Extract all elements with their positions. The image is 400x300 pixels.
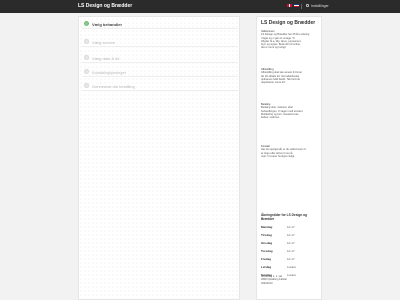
- info-line: respekterer vores tid.: [261, 81, 286, 85]
- info-line: mail. Vi svarer hurtigst muligt.: [261, 154, 295, 158]
- info-block-payment: Betaling Betaling sker i salonen efter b…: [261, 103, 321, 122]
- step-contact-info[interactable]: Kontaktoplysninger: [82, 67, 238, 77]
- lock-icon[interactable]: [306, 4, 309, 7]
- phone-number: 40404010: [261, 281, 273, 285]
- info-sidebar: LS Design og Brædder Velkommen LS Design…: [256, 16, 322, 300]
- step-status-icon: [84, 39, 89, 44]
- step-choose-provider[interactable]: Vælg behandler: [82, 19, 238, 29]
- day-label: Onsdag: [261, 241, 273, 245]
- step-label: Gennemse din bestilling: [92, 83, 135, 89]
- info-line: det er nemt og hurtigt.: [261, 46, 287, 50]
- day-label: Mandag: [261, 225, 273, 229]
- opening-hours-title: Åbningstider for LS Design og Brædder: [261, 213, 308, 221]
- top-bar: LS Design og Brædder Indstillinger: [0, 0, 400, 13]
- step-status-icon: [84, 69, 89, 74]
- info-block-contact: Kontakt Har du spørgsmål, er du velkomme…: [261, 145, 321, 161]
- hours-row: Torsdag 10-17: [261, 249, 319, 257]
- time-value: 10-17: [287, 257, 295, 261]
- time-value: 10-17: [287, 225, 295, 229]
- time-value: 10-17: [287, 233, 295, 237]
- hours-row: Tirsdag 10-17: [261, 233, 319, 241]
- booking-steps-panel: Vælg behandler Vælg service Vælg dato & …: [78, 16, 240, 300]
- step-choose-date-time[interactable]: Vælg dato & tid: [82, 53, 238, 63]
- time-value: Lukket: [287, 265, 296, 269]
- hours-row: Mandag 10-17: [261, 225, 319, 233]
- info-block-welcome: Velkommen LS Design og Brædder har 25 år…: [261, 30, 321, 52]
- opening-hours-table: Mandag 10-17 Tirsdag 10-17 Onsdag 10-17 Tor…: [261, 225, 319, 281]
- brand-title[interactable]: LS Design og Brædder: [78, 3, 132, 9]
- sidebar-title: LS Design og Brædder: [261, 20, 316, 26]
- step-label: Vælg dato & tid: [92, 55, 120, 61]
- day-label: Torsdag: [261, 249, 273, 253]
- time-value: 10-17: [287, 241, 295, 245]
- step-status-icon: [84, 83, 89, 88]
- day-label: Tirsdag: [261, 233, 272, 237]
- step-status-icon: [84, 55, 89, 60]
- step-choose-service[interactable]: Vælg service: [82, 37, 238, 47]
- day-label: Fredag: [261, 257, 272, 261]
- hours-row: Onsdag 10-17: [261, 241, 319, 249]
- step-label: Vælg behandler: [92, 21, 123, 27]
- info-block-cancellation: Afbestilling Afbestilling skal ske senes…: [261, 68, 321, 87]
- step-review-booking[interactable]: Gennemse din bestilling: [82, 81, 238, 91]
- info-line: købes i salonen.: [261, 116, 280, 120]
- step-label: Kontaktoplysninger: [92, 69, 127, 75]
- address-block: Mindetvej 1, 1. sal 4800 Nykøbing Falste…: [261, 275, 321, 285]
- english-flag-icon[interactable]: [294, 4, 299, 7]
- hours-row: Fredag 10-17: [261, 257, 319, 265]
- settings-link[interactable]: Indstillinger: [311, 4, 329, 8]
- day-label: Lørdag: [261, 265, 272, 269]
- divider: [301, 4, 302, 9]
- step-label: Vælg service: [92, 39, 116, 45]
- step-status-icon: [84, 21, 89, 26]
- hours-row: Lørdag Lukket: [261, 265, 319, 273]
- time-value: 10-17: [287, 249, 295, 253]
- danish-flag-icon[interactable]: [287, 4, 292, 7]
